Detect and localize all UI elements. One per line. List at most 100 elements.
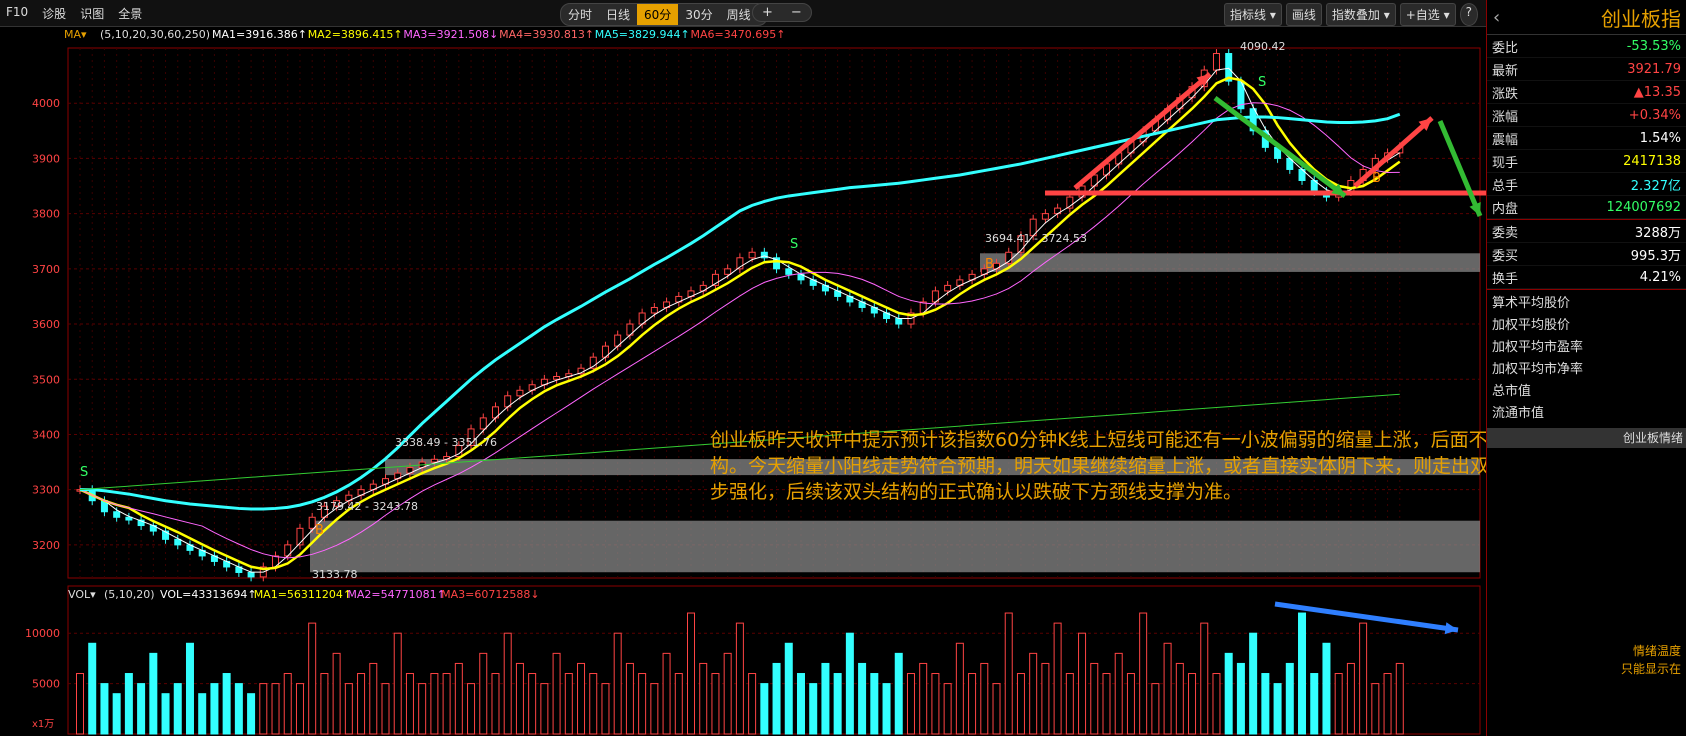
candle	[895, 318, 903, 325]
volume-bar	[1114, 652, 1123, 735]
buy-marker: B	[1372, 171, 1381, 186]
volume-bar	[674, 673, 683, 735]
volume-bar	[552, 652, 561, 735]
volume-bar	[1175, 662, 1184, 735]
quote-value: 995.3万	[1630, 248, 1681, 264]
add-watchlist-button[interactable]: +自选 ▾	[1399, 3, 1456, 26]
volume-bar	[1004, 612, 1013, 735]
volume-bar	[1200, 622, 1209, 735]
quote-key: 内盘	[1492, 201, 1519, 217]
volume-bar	[1273, 683, 1282, 735]
volume-bar	[1053, 622, 1062, 735]
y-tick-label: 3600	[32, 318, 60, 331]
diagnose-link[interactable]: 诊股	[42, 5, 66, 22]
vol-tag: VOL▾	[68, 588, 96, 601]
volume-bar	[1298, 612, 1307, 735]
help-icon[interactable]: ?	[1459, 3, 1478, 26]
right-tools: 指标线 ▾ 画线 指数叠加 ▾ +自选 ▾ ?	[1224, 3, 1478, 26]
vol-tick-label: 5000	[32, 678, 60, 691]
volume-bar	[295, 683, 304, 735]
zoom-in-button[interactable]: +	[753, 4, 782, 21]
buy-marker: B	[315, 523, 324, 538]
stat-item-3[interactable]: 加权平均市净率	[1487, 356, 1686, 378]
period-selector: 分时 日线 60分 30分 周线 ▾	[560, 3, 769, 26]
zoom-out-button[interactable]: −	[782, 4, 811, 21]
candle	[724, 268, 732, 275]
volume-bar	[1065, 673, 1074, 735]
volume-bar	[687, 612, 696, 735]
top-toolbar: F10 诊股 识图 全景 分时 日线 60分 30分 周线 ▾ + − 指标线 …	[0, 0, 1486, 27]
ma-legend-item: MA4=3930.813↑	[499, 28, 594, 41]
volume-bar	[772, 662, 781, 735]
volume-bar	[1383, 673, 1392, 735]
candle	[125, 516, 133, 521]
volume-bar	[479, 652, 488, 735]
draw-line-button[interactable]: 画线	[1285, 3, 1322, 26]
stat-item-1[interactable]: 加权平均股价	[1487, 312, 1686, 334]
kline-chart[interactable]: 3200 3300 3400 3500 3600 3700 3800 3900 4000 MA▾ (…	[0, 26, 1486, 736]
volume-bar	[589, 673, 598, 735]
support-zone	[310, 520, 1480, 573]
volume-bar	[613, 632, 622, 735]
period-intraday[interactable]: 分时	[561, 4, 599, 25]
volume-bar	[1285, 662, 1294, 735]
volume-bar	[467, 683, 476, 735]
quote-value: 4.21%	[1639, 269, 1681, 285]
mood-label: 情绪温度	[1632, 644, 1681, 658]
volume-bar	[405, 673, 414, 735]
vol-legend-item: VOL=43313694↑	[160, 588, 257, 601]
period-30min[interactable]: 30分	[678, 4, 719, 25]
quote-key: 现手	[1492, 155, 1519, 171]
indicator-button[interactable]: 指标线 ▾	[1224, 3, 1282, 26]
volume-bar	[1139, 612, 1148, 735]
quote-row-a0: 委比 -53.53%	[1487, 35, 1686, 58]
candle	[174, 538, 182, 546]
vol-tick-label: 10000	[25, 627, 60, 640]
quote-value: 124007692	[1606, 199, 1681, 215]
chart-recognition-link[interactable]: 识图	[80, 5, 104, 22]
up-arrow-1	[1073, 72, 1212, 190]
stat-item-4[interactable]: 总市值	[1487, 378, 1686, 400]
period-60min[interactable]: 60分	[637, 4, 679, 25]
vol-legend-item: MA3=60712588↓	[441, 588, 539, 601]
candle	[785, 268, 793, 275]
volume-bar	[210, 683, 219, 735]
volume-bar	[1224, 652, 1233, 735]
back-chevron-icon[interactable]: ‹	[1493, 7, 1500, 28]
volume-bar	[809, 683, 818, 735]
f10-link[interactable]: F10	[6, 5, 28, 22]
quote-key: 委卖	[1492, 225, 1519, 241]
ma-legend-item: MA6=3470.695↑	[691, 28, 786, 41]
volume-bar	[112, 693, 121, 735]
y-tick-label: 3700	[32, 263, 60, 276]
volume-bar	[381, 683, 390, 735]
period-daily[interactable]: 日线	[599, 4, 637, 25]
stat-item-0[interactable]: 算术平均股价	[1487, 290, 1686, 312]
volume-bar	[625, 662, 634, 735]
volume-bar	[76, 673, 84, 735]
volume-bar	[222, 673, 231, 735]
high-price-label: 4090.42	[1240, 40, 1286, 53]
quote-key: 委买	[1492, 248, 1519, 264]
candle	[247, 571, 255, 578]
index-title: 创业板指	[1601, 6, 1681, 31]
volume-bar	[454, 662, 463, 735]
volume-bar	[308, 622, 317, 735]
zoom-controls: + −	[752, 3, 812, 22]
mood-bar[interactable]: 创业板情绪	[1487, 428, 1686, 448]
volume-bar	[943, 683, 952, 735]
quote-row-a7: 内盘 124007692	[1487, 196, 1686, 219]
stat-item-2[interactable]: 加权平均市盈率	[1487, 334, 1686, 356]
volume-bar	[528, 673, 537, 735]
volume-bar	[1310, 673, 1319, 735]
sell-marker: S	[80, 465, 88, 480]
ma-legend-item: MA3=3921.508↓	[403, 28, 498, 41]
y-tick-label: 4000	[32, 97, 60, 110]
volume-bar	[124, 673, 133, 735]
panorama-link[interactable]: 全景	[118, 5, 142, 22]
index-overlay-button[interactable]: 指数叠加 ▾	[1325, 3, 1396, 26]
down-arrow-1	[1213, 96, 1347, 198]
volume-bar	[662, 652, 671, 735]
zone-label: 3694.41 - 3724.53	[985, 232, 1087, 245]
stat-item-5[interactable]: 流通市值	[1487, 400, 1686, 422]
